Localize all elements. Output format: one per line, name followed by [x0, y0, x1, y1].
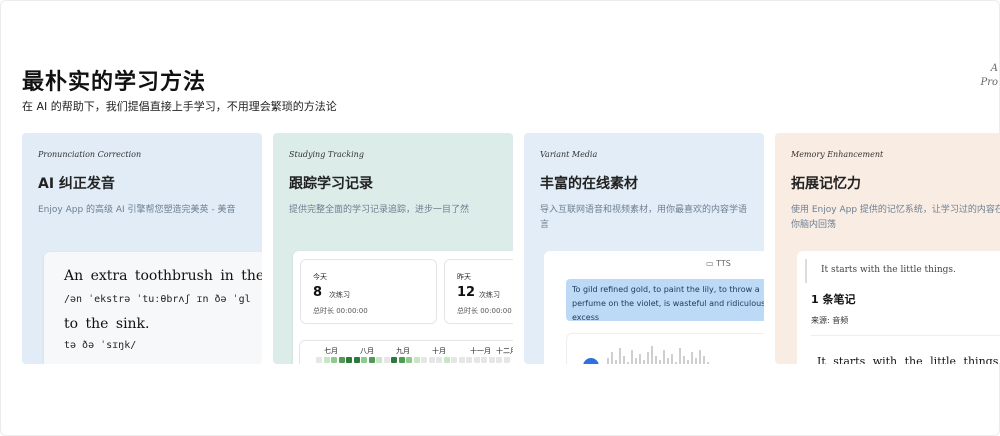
heatmap-cell: [503, 357, 510, 363]
stat-today: 今天 8 次练习 总时长 00:00:00: [300, 259, 437, 324]
stat-value: 12: [457, 285, 476, 300]
feature-card-memory[interactable]: Memory Enhancement 拓展记忆力 使用 Enjoy App 提供…: [775, 133, 1000, 364]
page-title: 最朴实的学习方法: [22, 70, 207, 95]
heatmap-cell: [443, 357, 450, 363]
card-title: 丰富的在线素材: [540, 176, 638, 192]
sample-ipa-line-2: tə ðə ˈsɪŋk/: [64, 340, 137, 351]
sample-sentence-line-2: to the sink.: [64, 316, 150, 332]
sample-ipa-line-1: /ən ˈekstrə ˈtuːθbrʌʃ ɪn ðə ˈgl: [64, 294, 251, 305]
memory-sample-sentence: It starts with the little things.: [817, 355, 1000, 364]
heatmap-cell: [428, 357, 435, 363]
card-tag: Pronunciation Correction: [38, 150, 142, 159]
corner-text: A Pro: [980, 62, 998, 90]
note-source: 来源: 音频: [811, 316, 849, 325]
pronunciation-sample-panel: An extra toothbrush in the gla /ən ˈekst…: [44, 252, 262, 364]
heatmap-cell: [323, 357, 330, 363]
heatmap-cell: [391, 357, 397, 363]
card-title: AI 纠正发音: [38, 176, 115, 192]
transcript-bubble: To gild refined gold, to paint the lily,…: [566, 279, 764, 322]
stat-duration: 总时长 00:00:00: [313, 307, 368, 315]
feature-card-media[interactable]: Variant Media 丰富的在线素材 导入互联网语音和视频素材，用你最喜欢…: [524, 133, 764, 364]
quote-bar: [805, 259, 807, 283]
memory-quote: It starts with the little things.: [821, 265, 956, 275]
page-subtitle: 在 AI 的帮助下，我们提倡直接上手学习，不用理会繁琐的方法论: [22, 100, 337, 113]
month-label: 十月: [432, 347, 446, 355]
feature-card-tracking[interactable]: Studying Tracking 跟踪学习记录 提供完整全面的学习记录追踪，进…: [273, 133, 513, 364]
note-label: 条笔记: [822, 293, 856, 306]
heatmap-cell: [496, 357, 502, 363]
stat-duration: 总时长 00:00:00: [457, 307, 512, 315]
heatmap-months: 七月 八月 九月 十月 十一月 十二月: [300, 346, 513, 356]
waveform-icon: [607, 346, 709, 364]
speaker-icon: ▭: [706, 259, 714, 268]
feature-card-pronunciation[interactable]: Pronunciation Correction AI 纠正发音 Enjoy A…: [22, 133, 262, 364]
month-label: 十一月: [470, 347, 491, 355]
tts-label: TTS: [716, 259, 731, 268]
heatmap-cell: [421, 357, 427, 363]
corner-line-2: Pro: [980, 77, 998, 88]
card-description: Enjoy App 的高级 AI 引擎帮您塑造完美英 - 美音: [38, 205, 236, 215]
note-count: 1: [811, 293, 819, 306]
stat-label: 昨天: [457, 273, 471, 281]
heatmap-cell: [376, 357, 382, 363]
heatmap-cell: [406, 357, 412, 363]
tts-indicator: ▭ TTS: [706, 259, 731, 268]
card-tag: Variant Media: [540, 150, 598, 159]
heatmap-cell: [488, 357, 495, 363]
stat-value: 8: [313, 285, 323, 300]
heatmap-cell: [481, 357, 487, 363]
play-button[interactable]: [583, 358, 599, 364]
heatmap-cell: [338, 357, 345, 363]
heatmap-cell: [473, 357, 480, 363]
card-description: 提供完整全面的学习记录追踪，进步一目了然: [289, 205, 470, 215]
card-tag: Memory Enhancement: [791, 150, 884, 159]
corner-line-1: A: [990, 63, 998, 74]
stat-unit: 次练习: [479, 291, 500, 299]
heatmap-cell: [346, 357, 352, 363]
memory-panel: It starts with the little things. 1 条笔记 …: [797, 251, 1000, 364]
heatmap-cell: [436, 357, 442, 363]
stat-unit: 次练习: [329, 291, 350, 299]
note-count-row: 1 条笔记: [811, 291, 856, 307]
card-tag: Studying Tracking: [289, 150, 364, 159]
card-title: 拓展记忆力: [791, 176, 861, 192]
stat-label: 今天: [313, 273, 327, 281]
divider: [811, 335, 1000, 336]
month-label: 九月: [396, 347, 410, 355]
audio-waveform: [566, 333, 764, 364]
card-description: 使用 Enjoy App 提供的记忆系统，让学习过的内容在你脑内回荡: [791, 205, 1000, 230]
activity-heatmap: 七月 八月 九月 十月 十一月 十二月: [299, 340, 513, 364]
heatmap-cell: [368, 357, 375, 363]
tts-panel: ▭ TTS To gild refined gold, to paint the…: [544, 251, 764, 364]
heatmap-cell: [331, 357, 337, 363]
heatmap-cell: [383, 357, 390, 363]
month-label: 八月: [360, 347, 374, 355]
heatmap-cell: [398, 357, 405, 363]
month-label: 七月: [324, 347, 338, 355]
stat-yesterday: 昨天 12 次练习 总时长 00:00:00: [444, 259, 513, 324]
heatmap-cell: [466, 357, 472, 363]
card-title: 跟踪学习记录: [289, 176, 373, 192]
heatmap-cell: [413, 357, 420, 363]
card-description: 导入互联网语音和视频素材，用你最喜欢的内容学语言: [540, 205, 748, 230]
heatmap-cell: [361, 357, 367, 363]
month-label: 十二月: [496, 347, 513, 355]
heatmap-cell: [353, 357, 360, 363]
heatmap-cell: [316, 357, 322, 363]
heatmap-cell: [458, 357, 465, 363]
heatmap-cell: [451, 357, 457, 363]
sample-sentence-line-1: An extra toothbrush in the gla: [64, 268, 262, 284]
